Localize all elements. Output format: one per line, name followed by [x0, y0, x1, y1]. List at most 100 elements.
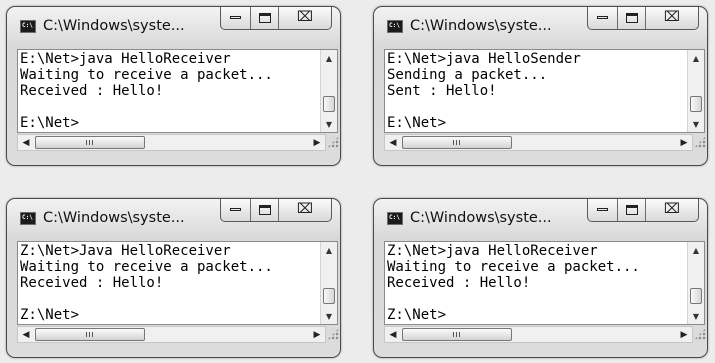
maximize-icon [259, 13, 271, 23]
maximize-icon [626, 205, 638, 215]
horizontal-scrollbar[interactable]: ◀ ▶ [17, 326, 326, 343]
horizontal-scroll-thumb[interactable] [402, 328, 512, 341]
console-icon[interactable] [387, 212, 403, 225]
caption-buttons: ⌧ [587, 7, 699, 30]
close-icon: ⌧ [296, 201, 314, 217]
console-text: Z:\Net>Java HelloReceiver Waiting to rec… [20, 243, 273, 323]
close-button[interactable]: ⌧ [279, 7, 331, 29]
scroll-right-arrow-icon[interactable]: ▶ [676, 135, 692, 150]
console-line: E:\Net>java HelloReceiver [20, 51, 231, 67]
window-title: C:\Windows\syste... [43, 18, 185, 34]
console-line: E:\Net> [387, 115, 447, 131]
scroll-down-arrow-icon[interactable]: ▼ [321, 116, 337, 132]
console-output[interactable]: Z:\Net>Java HelloReceiver Waiting to rec… [17, 241, 338, 325]
console-window-2[interactable]: C:\Windows\syste... ⌧ E:\Net>java HelloS… [373, 6, 708, 166]
minimize-icon [230, 16, 241, 19]
console-line: Waiting to receive a packet... [20, 67, 273, 83]
console-line: E:\Net> [20, 115, 80, 131]
maximize-button[interactable] [618, 199, 646, 221]
title-bar[interactable]: C:\Windows\syste... ⌧ [7, 199, 340, 241]
vertical-scrollbar[interactable]: ▲ ▼ [687, 242, 704, 324]
scroll-down-arrow-icon[interactable]: ▼ [688, 308, 704, 324]
close-button[interactable]: ⌧ [646, 199, 698, 221]
maximize-button[interactable] [251, 199, 279, 221]
scroll-down-arrow-icon[interactable]: ▼ [688, 116, 704, 132]
window-title: C:\Windows\syste... [43, 210, 185, 226]
console-output[interactable]: Z:\Net>java HelloReceiver Waiting to rec… [384, 241, 705, 325]
scroll-right-arrow-icon[interactable]: ▶ [676, 327, 692, 342]
vertical-scroll-thumb[interactable] [323, 96, 335, 112]
console-icon[interactable] [20, 20, 36, 33]
scroll-up-arrow-icon[interactable]: ▲ [321, 50, 337, 66]
console-window-3[interactable]: C:\Windows\syste... ⌧ Z:\Net>Java HelloR… [6, 198, 341, 358]
console-line: Received : Hello! [387, 275, 531, 291]
console-line: Waiting to receive a packet... [20, 259, 273, 275]
console-window-4[interactable]: C:\Windows\syste... ⌧ Z:\Net>java HelloR… [373, 198, 708, 358]
title-bar[interactable]: C:\Windows\syste... ⌧ [374, 199, 707, 241]
console-line: Z:\Net> [20, 307, 80, 323]
resize-grip-icon[interactable] [327, 136, 339, 148]
vertical-scroll-thumb[interactable] [323, 288, 335, 304]
scroll-left-arrow-icon[interactable]: ◀ [385, 327, 401, 342]
scroll-right-arrow-icon[interactable]: ▶ [309, 135, 325, 150]
resize-grip-icon[interactable] [694, 328, 706, 340]
title-bar[interactable]: C:\Windows\syste... ⌧ [7, 7, 340, 49]
scroll-left-arrow-icon[interactable]: ◀ [18, 327, 34, 342]
console-line: Z:\Net>Java HelloReceiver [20, 243, 231, 259]
window-title: C:\Windows\syste... [410, 210, 552, 226]
scroll-up-arrow-icon[interactable]: ▲ [688, 242, 704, 258]
console-line: Received : Hello! [20, 275, 164, 291]
maximize-icon [259, 205, 271, 215]
maximize-button[interactable] [251, 7, 279, 29]
console-text: E:\Net>java HelloSender Sending a packet… [387, 51, 581, 131]
console-line: Sending a packet... [387, 67, 548, 83]
close-icon: ⌧ [663, 201, 681, 217]
resize-grip-icon[interactable] [694, 136, 706, 148]
caption-buttons: ⌧ [220, 7, 332, 30]
vertical-scrollbar[interactable]: ▲ ▼ [687, 50, 704, 132]
minimize-icon [597, 208, 608, 211]
vertical-scroll-thumb[interactable] [690, 288, 702, 304]
minimize-button[interactable] [221, 7, 251, 29]
scroll-right-arrow-icon[interactable]: ▶ [309, 327, 325, 342]
scroll-up-arrow-icon[interactable]: ▲ [688, 50, 704, 66]
console-icon[interactable] [387, 20, 403, 33]
console-line: Z:\Net>java HelloReceiver [387, 243, 598, 259]
vertical-scrollbar[interactable]: ▲ ▼ [320, 50, 337, 132]
caption-buttons: ⌧ [220, 199, 332, 222]
horizontal-scrollbar[interactable]: ◀ ▶ [17, 134, 326, 151]
vertical-scroll-thumb[interactable] [690, 96, 702, 112]
horizontal-scroll-thumb[interactable] [35, 136, 145, 149]
minimize-button[interactable] [588, 199, 618, 221]
horizontal-scrollbar[interactable]: ◀ ▶ [384, 326, 693, 343]
resize-grip-icon[interactable] [327, 328, 339, 340]
maximize-icon [626, 13, 638, 23]
console-output[interactable]: E:\Net>java HelloReceiver Waiting to rec… [17, 49, 338, 133]
console-text: E:\Net>java HelloReceiver Waiting to rec… [20, 51, 273, 131]
close-button[interactable]: ⌧ [646, 7, 698, 29]
close-icon: ⌧ [296, 9, 314, 25]
maximize-button[interactable] [618, 7, 646, 29]
scroll-up-arrow-icon[interactable]: ▲ [321, 242, 337, 258]
console-line: Waiting to receive a packet... [387, 259, 640, 275]
minimize-button[interactable] [588, 7, 618, 29]
console-icon[interactable] [20, 212, 36, 225]
console-text: Z:\Net>java HelloReceiver Waiting to rec… [387, 243, 640, 323]
scroll-down-arrow-icon[interactable]: ▼ [321, 308, 337, 324]
console-line: E:\Net>java HelloSender [387, 51, 581, 67]
minimize-button[interactable] [221, 199, 251, 221]
close-icon: ⌧ [663, 9, 681, 25]
horizontal-scroll-thumb[interactable] [402, 136, 512, 149]
horizontal-scroll-thumb[interactable] [35, 328, 145, 341]
close-button[interactable]: ⌧ [279, 199, 331, 221]
vertical-scrollbar[interactable]: ▲ ▼ [320, 242, 337, 324]
console-output[interactable]: E:\Net>java HelloSender Sending a packet… [384, 49, 705, 133]
horizontal-scrollbar[interactable]: ◀ ▶ [384, 134, 693, 151]
title-bar[interactable]: C:\Windows\syste... ⌧ [374, 7, 707, 49]
scroll-left-arrow-icon[interactable]: ◀ [18, 135, 34, 150]
scroll-left-arrow-icon[interactable]: ◀ [385, 135, 401, 150]
console-window-1[interactable]: C:\Windows\syste... ⌧ E:\Net>java HelloR… [6, 6, 341, 166]
